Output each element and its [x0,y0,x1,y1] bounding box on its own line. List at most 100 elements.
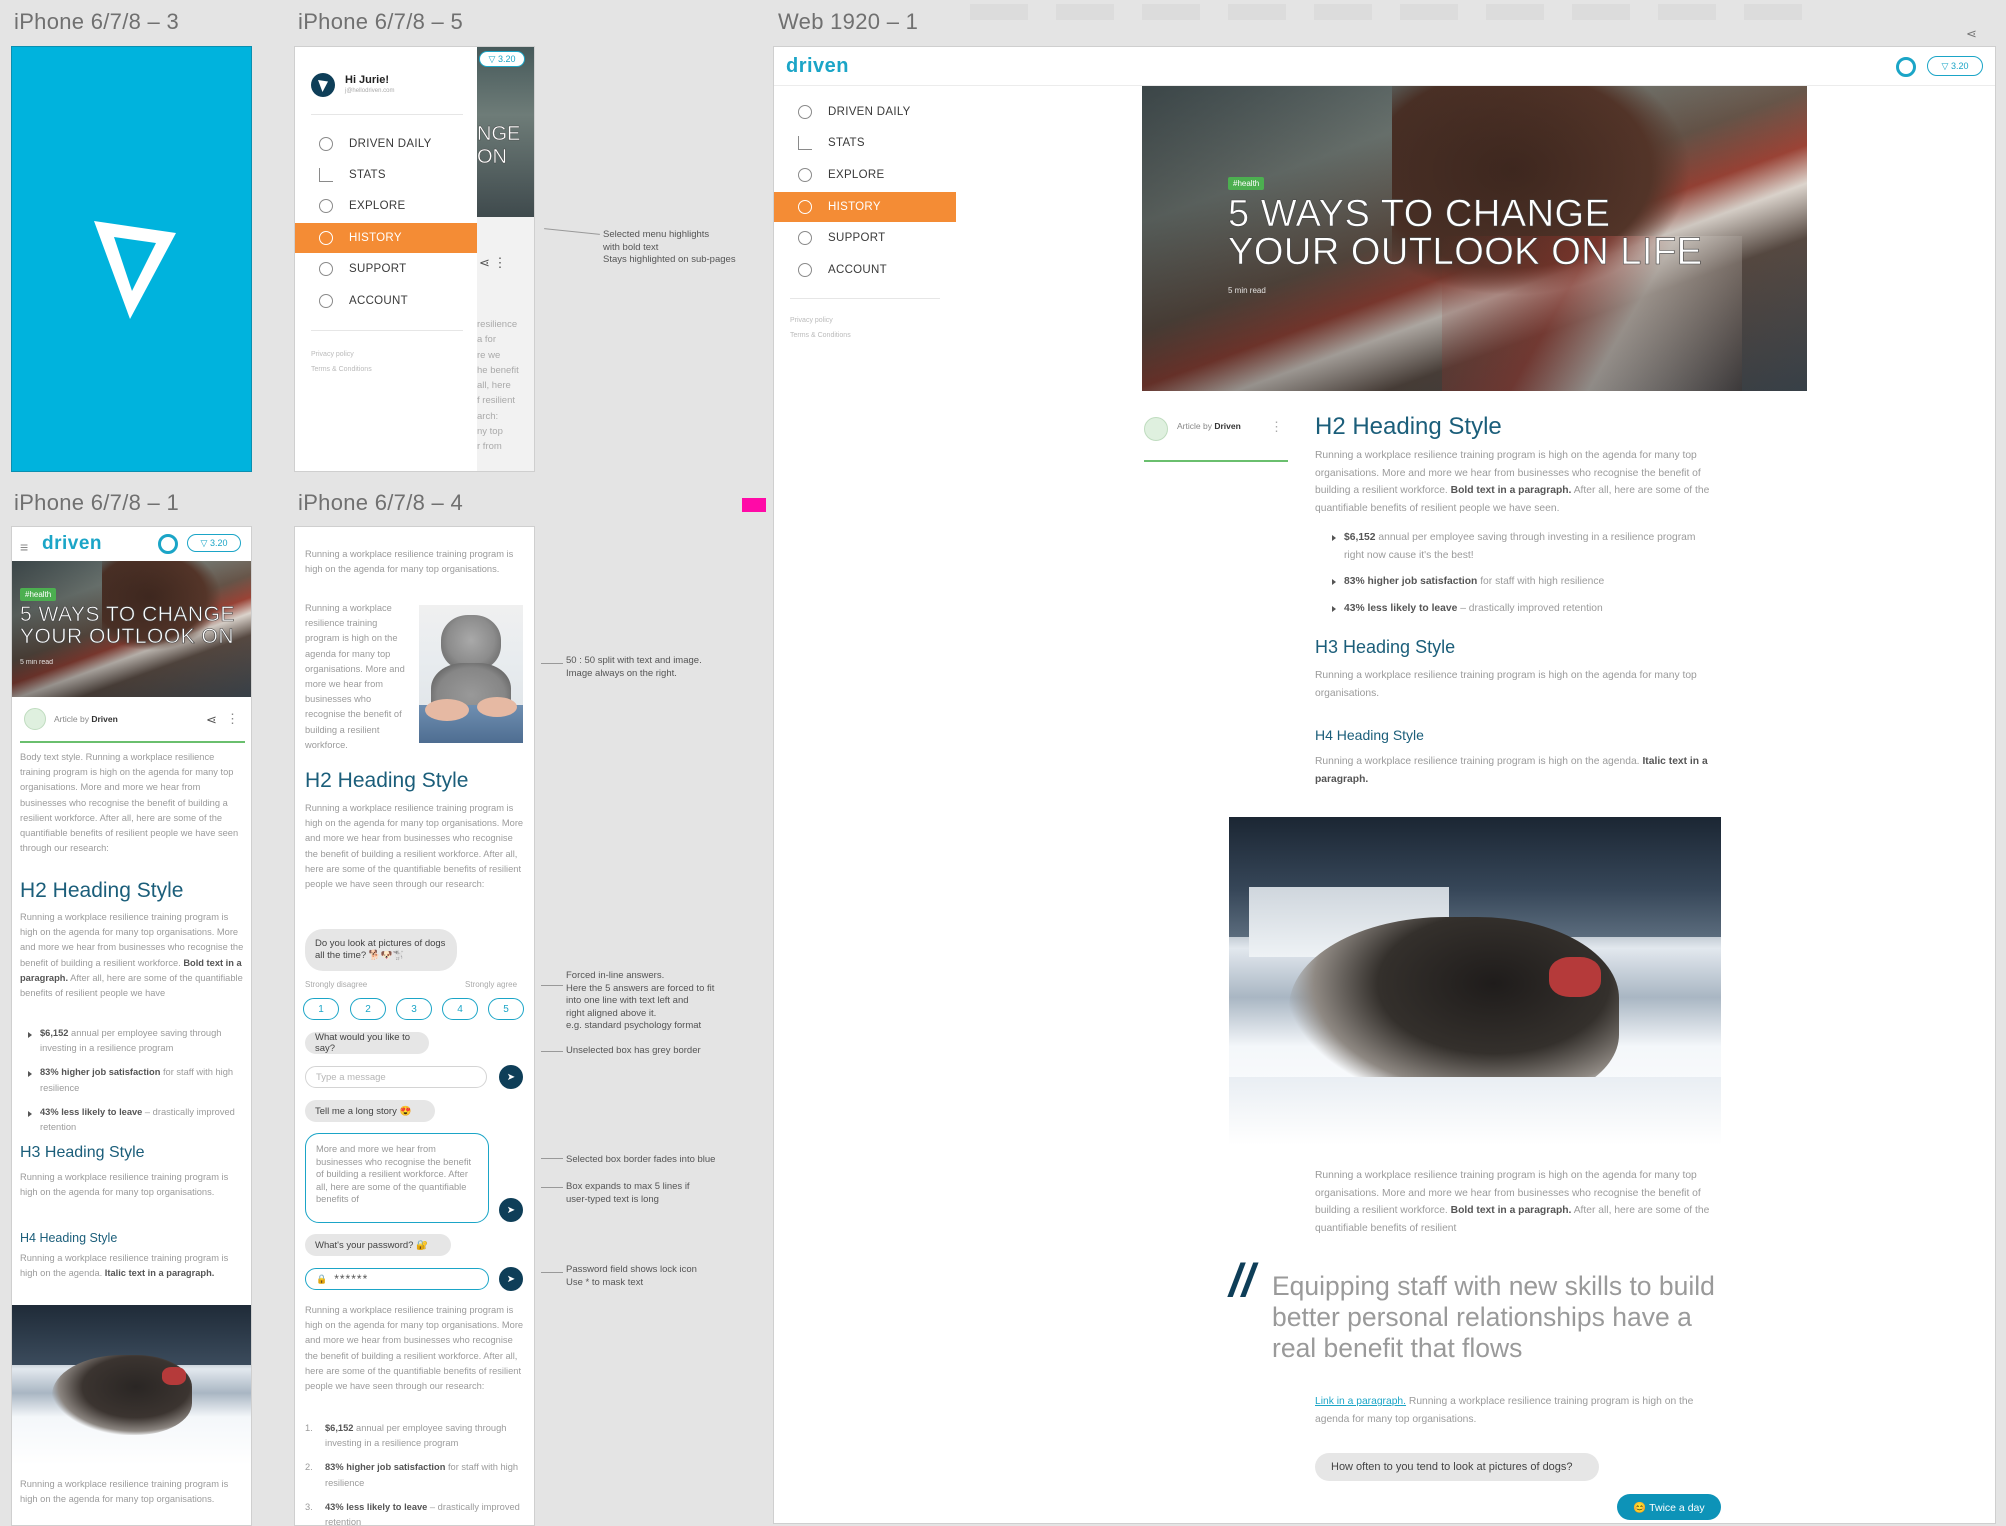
points-badge[interactable]: ▽ 3.20 [1927,56,1983,76]
menu-item-history[interactable]: HISTORY [774,192,956,222]
annotation-unselected: Unselected box has grey border [566,1045,701,1056]
progress-ring-icon[interactable] [158,534,178,554]
menu-item-driven-daily[interactable]: DRIVEN DAILY [774,97,956,127]
artboard-label-iphone-3: iPhone 6/7/8 – 3 [14,9,180,34]
annotation-line [541,1051,563,1052]
splash-screen [11,46,252,472]
divider [311,114,463,115]
list-item: 43% less likely to leave – drastically i… [26,1105,246,1135]
menu-item-stats[interactable]: STATS [774,128,956,158]
divider [790,298,940,299]
message-input[interactable]: Type a message [305,1066,487,1088]
menu-item-support[interactable]: SUPPORT [774,223,956,253]
send-icon: ➤ [506,1071,516,1083]
tag-badge: #health [20,588,57,601]
h2-heading: H2 Heading Style [305,769,469,792]
points-badge[interactable]: ▽ 3.20 [479,51,525,67]
share-icon[interactable]: ⋖ [206,712,217,728]
phone-icon [319,262,333,276]
paragraph: Running a workplace resilience training … [20,1479,229,1505]
paragraph: Running a workplace resilience training … [305,1305,524,1392]
artboard-label-iphone-1: iPhone 6/7/8 – 1 [14,490,180,515]
list-item: 83% higher job satisfaction for staff wi… [1330,573,1715,591]
inline-link[interactable]: Link in a paragraph. [1315,1396,1406,1407]
menu-item-support[interactable]: SUPPORT [295,254,477,284]
privacy-link[interactable]: Privacy policy [311,347,372,362]
menu-item-explore[interactable]: EXPLORE [295,191,477,221]
dog-image [1229,817,1721,1145]
answer-button[interactable]: 😊 Twice a day [1617,1494,1721,1520]
send-button[interactable]: ➤ [499,1267,523,1291]
points-badge[interactable]: ▽ 3.20 [187,534,241,552]
history-icon [319,231,333,245]
paragraph: Link in a paragraph. Running a workplace… [1315,1396,1694,1425]
h2-heading: H2 Heading Style [1315,413,1502,440]
password-input[interactable]: 🔒 ****** [305,1268,489,1290]
menu-item-stats[interactable]: STATS [295,160,477,190]
menu-item-account[interactable]: ACCOUNT [774,255,956,285]
menu-item-explore[interactable]: EXPLORE [774,160,956,190]
terms-link[interactable]: Terms & Conditions [790,328,851,343]
pull-quote: Equipping staff with new skills to build… [1272,1271,1715,1363]
side-drawer: Hi Jurie! j@hellodriven.com DRIVEN DAILY… [295,47,477,471]
web-sidebar: DRIVEN DAILY STATS EXPLORE HISTORY SUPPO… [774,97,956,357]
scale-option-2[interactable]: 2 [350,998,386,1020]
question-bubble: How often to you tend to look at picture… [1315,1453,1599,1481]
logo[interactable]: driven [42,533,102,555]
terms-link[interactable]: Terms & Conditions [311,362,372,377]
cat-image [419,605,523,743]
question-bubble: Tell me a long story 😍 [305,1100,435,1122]
progress-line [1144,460,1288,462]
annotation-line [541,1158,563,1159]
scale-option-5[interactable]: 5 [488,998,524,1020]
long-message-input[interactable]: More and more we hear from businesses wh… [305,1133,489,1223]
globe-icon [319,137,333,151]
hero-title-2: YOUR OUTLOOK ON LIFE [1228,231,1703,273]
menu-item-account[interactable]: ACCOUNT [295,286,477,316]
scale-option-3[interactable]: 3 [396,998,432,1020]
share-icon[interactable]: ⋖ [1966,26,1977,42]
peek-text: resilience a for re we he benefit all, here f… [477,319,519,453]
scale-left-label: Strongly disagree [305,980,368,989]
author-avatar [24,708,46,730]
quote-mark-icon: // [1229,1254,1255,1306]
gear-icon [319,294,333,308]
phone-icon [798,231,812,245]
paragraph: Running a workplace resilience training … [20,912,244,999]
compass-icon [319,199,333,213]
scale-option-4[interactable]: 4 [442,998,478,1020]
menu-item-history[interactable]: HISTORY [295,223,477,253]
hero-image: #health 5 WAYS TO CHANGE YOUR OUTLOOK ON… [1142,86,1807,391]
driven-logo-icon [94,221,176,319]
pink-marker [742,498,766,512]
divider [311,330,463,331]
paragraph: Running a workplace resilience training … [305,549,514,575]
author-line: Article by Driven [54,714,118,724]
progress-ring-icon[interactable] [1896,57,1916,77]
annotation-expands: Box expands to max 5 lines if user-typed … [566,1181,690,1205]
question-bubble: What's your password? 🔐 [305,1234,451,1256]
scale-option-1[interactable]: 1 [303,998,339,1020]
hamburger-icon[interactable]: ≡ [20,539,28,555]
menu-item-driven-daily[interactable]: DRIVEN DAILY [295,129,477,159]
privacy-link[interactable]: Privacy policy [790,313,851,328]
artboard-label-web: Web 1920 – 1 [778,9,919,34]
peek-body: ⋖ ⋮ resilience a for re we he benefit all, h… [477,217,534,471]
author-line: Article by Driven [1177,421,1241,431]
peek-hero: ▽ 3.20 NGE ON [477,47,534,217]
send-button[interactable]: ➤ [499,1065,523,1089]
web-article-screen: driven ▽ 3.20 DRIVEN DAILY STATS EXPLORE… [773,46,1996,1524]
send-button[interactable]: ➤ [499,1198,523,1222]
logo[interactable]: driven [786,55,849,78]
split-text: Running a workplace resilience training … [305,603,405,750]
tag-badge: #health [1228,177,1265,190]
numbered-list: 1. $6,152 annual per employee saving thro… [305,1421,527,1526]
hero-image: #health 5 WAYS TO CHANGE YOUR OUTLOOK ON… [12,561,251,697]
more-icon[interactable]: ⋮ [1270,419,1283,435]
more-icon[interactable]: ⋮ [226,711,239,727]
list-item: 1. $6,152 annual per employee saving thro… [305,1423,507,1449]
hero-title-2: YOUR OUTLOOK ON [20,625,235,648]
annotation-line [541,1187,563,1188]
list-item: 83% higher job satisfaction for staff wi… [26,1065,246,1095]
list-item: 3. 43% less likely to leave – drastically… [305,1501,520,1526]
